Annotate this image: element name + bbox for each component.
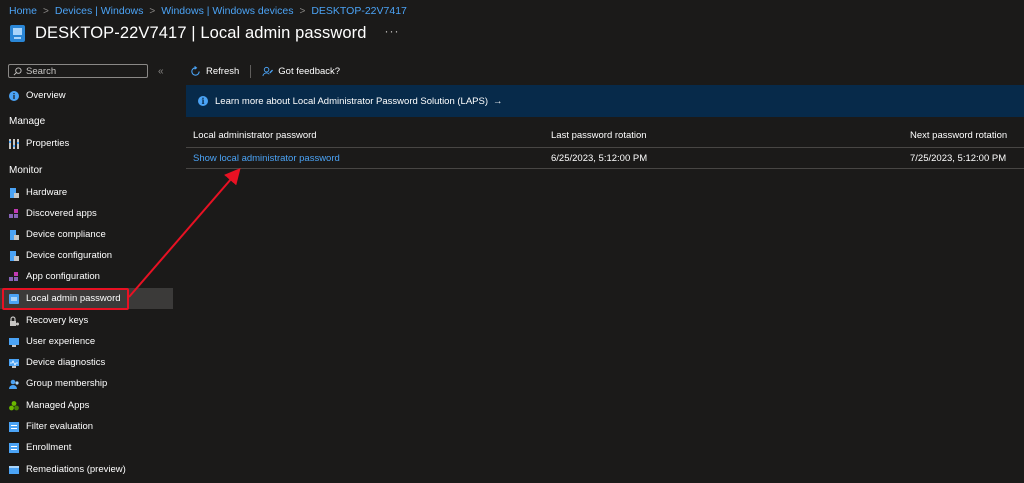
- sidebar-item-hardware[interactable]: Hardware: [0, 182, 173, 203]
- sidebar-item-device-diagnostics[interactable]: Device diagnostics: [0, 352, 173, 373]
- enrollment-icon: [9, 442, 19, 453]
- sidebar-item-overview[interactable]: Overview: [0, 85, 173, 106]
- sidebar-item-label: Hardware: [26, 187, 68, 198]
- table-header: Local administrator password Last passwo…: [186, 124, 1024, 148]
- more-options-icon[interactable]: ···: [385, 24, 400, 38]
- managed-apps-icon: [9, 400, 19, 411]
- info-banner[interactable]: i Learn more about Local Administrator P…: [186, 85, 1024, 117]
- sidebar-item-label: Discovered apps: [26, 208, 97, 219]
- sidebar-item-label: User experience: [26, 336, 96, 347]
- refresh-icon: [191, 65, 200, 76]
- command-bar: Refresh Got feedback?: [190, 62, 340, 80]
- sidebar-item-app-configuration[interactable]: App configuration: [0, 266, 173, 287]
- feedback-icon: [262, 66, 274, 76]
- page-title: DESKTOP-22V7417 | Local admin password: [35, 23, 367, 42]
- search-icon: [13, 66, 22, 75]
- column-header-last-rotation: Last password rotation: [551, 130, 647, 141]
- sidebar-item-label: Managed Apps: [26, 400, 90, 411]
- app-configuration-icon: [9, 271, 19, 282]
- refresh-button[interactable]: Refresh: [190, 66, 239, 77]
- next-rotation-value: 7/25/2023, 5:12:00 PM: [910, 152, 1007, 164]
- breadcrumb-separator: >: [299, 5, 306, 17]
- column-header-next-rotation: Next password rotation: [910, 130, 1008, 141]
- refresh-label: Refresh: [206, 65, 240, 77]
- info-icon: i: [198, 96, 208, 106]
- sidebar-item-label: Enrollment: [26, 442, 72, 453]
- breadcrumb-separator: >: [43, 5, 49, 17]
- table-row: Show local administrator password 6/25/2…: [186, 148, 1024, 169]
- highlight-annotation: [2, 288, 129, 310]
- search-input[interactable]: [26, 65, 146, 77]
- arrow-right-icon: →: [493, 95, 503, 107]
- lock-icon: [9, 315, 19, 326]
- sidebar-item-label: Remediations (preview): [26, 464, 126, 475]
- feedback-label: Got feedback?: [278, 65, 341, 77]
- sidebar-item-discovered-apps[interactable]: Discovered apps: [0, 203, 173, 224]
- sidebar-item-label: Device compliance: [26, 229, 106, 240]
- properties-icon: [9, 138, 19, 149]
- breadcrumb: Home > Devices | Windows > Windows | Win…: [9, 5, 407, 17]
- column-header-password: Local administrator password: [193, 130, 317, 141]
- sidebar-item-enrollment[interactable]: Enrollment: [0, 437, 173, 458]
- configuration-icon: [9, 250, 19, 261]
- breadcrumb-device[interactable]: DESKTOP-22V7417: [311, 5, 407, 17]
- sidebar-item-label: Group membership: [26, 378, 108, 389]
- sidebar-item-group-membership[interactable]: Group membership: [0, 373, 173, 394]
- sidebar-item-label: Device diagnostics: [26, 357, 106, 368]
- sidebar-item-device-configuration[interactable]: Device configuration: [0, 245, 173, 266]
- sidebar: « Overview Manage Properties Monitor Har…: [0, 58, 173, 483]
- sidebar-item-managed-apps[interactable]: Managed Apps: [0, 395, 173, 416]
- diagnostics-icon: [9, 358, 19, 368]
- breadcrumb-windows-devices[interactable]: Windows | Windows devices: [161, 5, 293, 17]
- breadcrumb-separator: >: [149, 5, 156, 17]
- sidebar-item-recovery-keys[interactable]: Recovery keys: [0, 310, 173, 331]
- filter-icon: [9, 421, 19, 432]
- sidebar-item-label: Overview: [26, 90, 66, 101]
- sidebar-item-label: Recovery keys: [26, 315, 89, 326]
- info-circle-icon: [9, 90, 19, 101]
- breadcrumb-home[interactable]: Home: [9, 5, 37, 17]
- user-experience-icon: [9, 337, 19, 347]
- search-box[interactable]: [8, 64, 148, 78]
- password-table: Local administrator password Last passwo…: [186, 124, 1024, 169]
- sidebar-item-properties[interactable]: Properties: [0, 133, 173, 154]
- sidebar-item-label: Filter evaluation: [26, 421, 94, 432]
- feedback-button[interactable]: Got feedback?: [262, 66, 340, 77]
- hardware-icon: [9, 187, 19, 198]
- last-rotation-value: 6/25/2023, 5:12:00 PM: [551, 152, 648, 164]
- page-header: DESKTOP-22V7417 | Local admin password ·…: [10, 22, 400, 44]
- breadcrumb-devices-windows[interactable]: Devices | Windows: [55, 5, 144, 17]
- sidebar-item-remediations[interactable]: Remediations (preview): [0, 459, 173, 480]
- section-monitor: Monitor: [9, 165, 43, 176]
- sidebar-item-user-experience[interactable]: User experience: [0, 331, 173, 352]
- device-icon: [10, 24, 25, 42]
- apps-icon: [9, 208, 19, 219]
- sidebar-item-label: App configuration: [26, 271, 100, 282]
- section-manage: Manage: [9, 116, 46, 127]
- sidebar-search: «: [8, 64, 173, 78]
- sidebar-item-filter-evaluation[interactable]: Filter evaluation: [0, 416, 173, 437]
- compliance-icon: [9, 229, 19, 240]
- banner-link[interactable]: Learn more about Local Administrator Pas…: [215, 96, 488, 107]
- group-icon: [9, 379, 19, 389]
- sidebar-item-label: Device configuration: [26, 250, 113, 261]
- sidebar-item-label: Properties: [26, 138, 70, 149]
- sidebar-item-device-compliance[interactable]: Device compliance: [0, 224, 173, 245]
- show-password-link[interactable]: Show local administrator password: [193, 153, 340, 164]
- remediations-icon: [9, 465, 19, 475]
- toolbar-divider: [250, 64, 252, 78]
- collapse-sidebar-icon[interactable]: «: [158, 66, 164, 77]
